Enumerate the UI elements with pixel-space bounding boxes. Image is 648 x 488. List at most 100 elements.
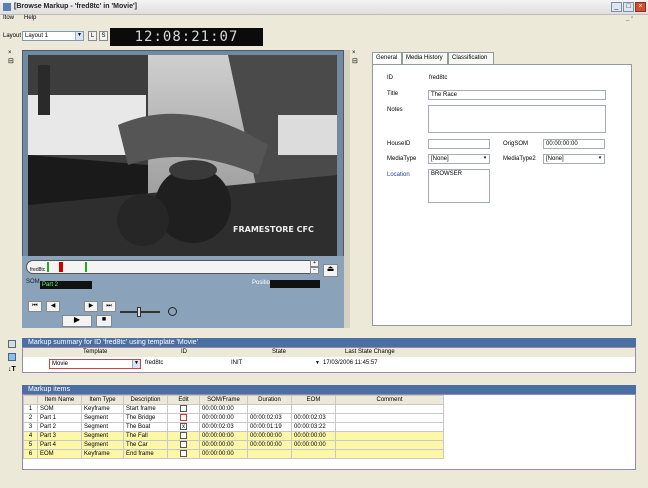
item-name[interactable]: Part 1	[37, 413, 82, 424]
items-col-type[interactable]: Item Type	[81, 395, 124, 405]
item-edit[interactable]: x	[167, 422, 200, 433]
layout-s-button[interactable]: S	[99, 31, 108, 41]
item-duration[interactable]: 00:00:00:00	[247, 440, 292, 451]
item-description[interactable]: The Boat	[123, 422, 168, 433]
items-col-eom[interactable]: EOM	[291, 395, 336, 405]
items-col-som[interactable]: SOM/Frame	[199, 395, 248, 405]
item-description[interactable]: Start frame	[123, 403, 168, 415]
item-description[interactable]: The Car	[123, 440, 168, 451]
item-eom[interactable]: 00:00:02:03	[291, 413, 336, 424]
location-label[interactable]: Location	[387, 172, 410, 178]
item-type[interactable]: Segment	[81, 413, 124, 424]
item-som[interactable]: 00:00:00:00	[199, 431, 248, 442]
item-comment[interactable]	[335, 422, 444, 433]
item-type[interactable]: Segment	[81, 431, 124, 442]
mediatype2-select[interactable]: [None] ▾	[543, 154, 605, 164]
houseid-field[interactable]	[428, 139, 490, 149]
edit-checkbox[interactable]	[180, 450, 187, 458]
pin-icon-right[interactable]: ⊟	[352, 57, 358, 65]
layout-l-button[interactable]: L	[88, 31, 97, 41]
step-back-button[interactable]: ◀	[46, 301, 60, 312]
eject-icon[interactable]: ⏏	[323, 264, 338, 277]
layout-select[interactable]: Layout 1 ▼	[22, 31, 84, 41]
item-name[interactable]: Part 2	[37, 422, 82, 433]
edit-checkbox[interactable]	[180, 432, 187, 440]
item-type[interactable]: Keyframe	[81, 403, 124, 415]
maximize-icon[interactable]: □	[623, 2, 634, 12]
table-row[interactable]: 6 EOM Keyframe End frame 00:00:00:00	[23, 449, 444, 460]
items-col-comment[interactable]: Comment	[335, 395, 444, 405]
item-type[interactable]: Segment	[81, 440, 124, 451]
item-som[interactable]: 00:00:00:00	[199, 403, 248, 415]
item-name[interactable]: EOM	[37, 449, 82, 460]
next-marker-button[interactable]: ⏭	[102, 301, 116, 312]
item-eom[interactable]	[291, 449, 336, 460]
playhead-marker[interactable]	[59, 262, 63, 272]
item-name[interactable]: SOM	[37, 403, 82, 415]
item-eom[interactable]	[291, 403, 336, 415]
play-icon[interactable]: ▶	[62, 315, 92, 327]
item-comment[interactable]	[335, 449, 444, 460]
table-row[interactable]: 3 Part 2 Segment The Boat x 00:00:02:03 00:00:…	[23, 422, 444, 433]
state-dropdown-icon[interactable]: ▼	[315, 360, 320, 366]
item-duration[interactable]	[247, 449, 292, 460]
item-comment[interactable]	[335, 403, 444, 415]
items-col-name[interactable]: Item Name	[37, 395, 82, 405]
close-icon[interactable]: ×	[635, 2, 646, 12]
loop-icon[interactable]	[168, 307, 177, 316]
table-row[interactable]: 4 Part 3 Segment The Fall 00:00:00:00 00:00:0…	[23, 431, 444, 442]
close-pane-icon-right[interactable]: ×	[352, 50, 356, 56]
location-field[interactable]: BROWSER	[428, 169, 490, 203]
title-field[interactable]: The Race	[428, 90, 606, 100]
item-som[interactable]: 00:00:00:00	[199, 440, 248, 451]
item-name[interactable]: Part 4	[37, 440, 82, 451]
table-row[interactable]: 2 Part 1 Segment The Bridge 00:00:00:00 00:00…	[23, 413, 444, 424]
tab-classification[interactable]: Classification	[448, 52, 494, 64]
item-name[interactable]: Part 3	[37, 431, 82, 442]
item-description[interactable]: The Fall	[123, 431, 168, 442]
item-edit[interactable]	[167, 440, 200, 451]
step-forward-button[interactable]: ▶	[84, 301, 98, 312]
item-duration[interactable]: 00:00:00:00	[247, 431, 292, 442]
item-edit[interactable]	[167, 449, 200, 460]
sort-icon[interactable]: ↓T	[8, 366, 16, 373]
items-col-duration[interactable]: Duration	[247, 395, 292, 405]
stop-icon[interactable]: ■	[96, 315, 112, 327]
restore-icon[interactable]: _ ▫	[626, 15, 633, 21]
pin-icon[interactable]: ⊟	[8, 57, 14, 65]
item-edit[interactable]	[167, 431, 200, 442]
minimize-icon[interactable]: _	[611, 2, 622, 12]
item-som[interactable]: 00:00:02:03	[199, 422, 248, 433]
item-comment[interactable]	[335, 440, 444, 451]
edit-checkbox[interactable]	[180, 441, 187, 449]
timeline-track[interactable]: fred8tc	[26, 260, 316, 274]
item-type[interactable]: Segment	[81, 422, 124, 433]
edit-checkbox[interactable]: x	[180, 423, 187, 431]
item-duration[interactable]: 00:00:02:03	[247, 413, 292, 424]
item-edit[interactable]	[167, 413, 200, 424]
previous-marker-button[interactable]: ⏮	[28, 301, 42, 312]
template-select[interactable]: Movie ▼	[49, 359, 141, 369]
item-som[interactable]: 00:00:00:00	[199, 449, 248, 460]
item-description[interactable]: End frame	[123, 449, 168, 460]
origsom-field[interactable]: 00:00:00:00	[543, 139, 605, 149]
zoom-out-button[interactable]: −	[310, 267, 319, 274]
tab-media-history[interactable]: Media History	[402, 52, 448, 64]
item-edit[interactable]	[167, 403, 200, 415]
item-duration[interactable]	[247, 403, 292, 415]
item-eom[interactable]: 00:00:03:22	[291, 422, 336, 433]
item-duration[interactable]: 00:00:01:19	[247, 422, 292, 433]
mediatype-select[interactable]: [None] ▾	[428, 154, 490, 164]
item-comment[interactable]	[335, 431, 444, 442]
item-eom[interactable]: 00:00:00:00	[291, 440, 336, 451]
list-icon[interactable]	[8, 353, 16, 361]
table-row[interactable]: 5 Part 4 Segment The Car 00:00:00:00 00:00:00…	[23, 440, 444, 451]
items-col-description[interactable]: Description	[123, 395, 168, 405]
close-pane-icon[interactable]: ×	[8, 50, 12, 56]
notes-field[interactable]	[428, 105, 606, 133]
item-eom[interactable]: 00:00:00:00	[291, 431, 336, 442]
menu-item-itow[interactable]: Itow	[3, 15, 14, 21]
menu-item-help[interactable]: Help	[24, 15, 36, 21]
table-row[interactable]: 1 SOM Keyframe Start frame 00:00:00:00	[23, 403, 444, 415]
edit-checkbox[interactable]	[180, 405, 187, 412]
